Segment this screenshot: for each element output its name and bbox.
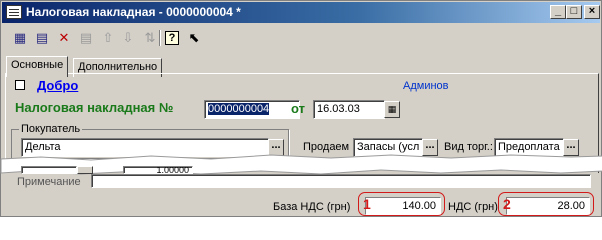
marker-2: 2 — [503, 196, 511, 212]
copy-icon[interactable]: ▤ — [77, 29, 95, 47]
window-title: Налоговая накладная - 0000000004 * — [26, 5, 241, 19]
marker-1: 1 — [363, 196, 371, 212]
highlight-oval-1 — [358, 192, 445, 216]
calendar-icon[interactable]: ▦ — [384, 101, 400, 118]
table-icon[interactable]: ▦ — [11, 29, 29, 47]
vat-label: НДС (грн) — [448, 201, 498, 213]
tab-main-label: Основные — [11, 59, 64, 71]
maximize-button[interactable]: □ — [566, 5, 582, 19]
checkbox-icon[interactable] — [15, 80, 25, 90]
firm-link[interactable]: Добро — [37, 78, 78, 93]
up-arrow-icon[interactable]: ⇧ — [99, 29, 117, 47]
quantity-field[interactable]: 1,00000 — [123, 166, 193, 174]
doc-date-value: 16.03.03 — [317, 103, 360, 115]
add-row-icon[interactable]: ▤ — [33, 29, 51, 47]
down-arrow-icon[interactable]: ⇩ — [119, 29, 137, 47]
highlight-oval-2 — [498, 192, 594, 216]
doc-number-value: 0000000004 — [208, 103, 270, 115]
delete-row-icon[interactable]: ✕ — [55, 29, 73, 47]
note-field[interactable] — [91, 174, 591, 188]
doc-title: Налоговая накладная № — [15, 100, 174, 115]
document-window: Налоговая накладная - 0000000004 * _ □ ×… — [0, 0, 602, 217]
sort-icon[interactable]: ⇅ — [141, 29, 159, 47]
admin-label: Админов — [403, 80, 449, 92]
note-label: Примечание — [17, 176, 81, 188]
tab-main[interactable]: Основные — [6, 56, 69, 77]
document-icon — [6, 5, 22, 19]
vat-base-label: База НДС (грн) — [273, 201, 351, 213]
close-button[interactable]: × — [584, 5, 600, 19]
buyer-group-label: Покупатель — [19, 123, 83, 135]
tab-additional-label: Дополнительно — [78, 61, 158, 73]
doc-date-field[interactable]: 16.03.03 — [313, 100, 385, 119]
help-icon[interactable]: ? — [165, 31, 179, 45]
partial-select-button[interactable] — [77, 166, 93, 174]
from-label: от — [291, 101, 305, 116]
toolbar: ▦ ▤ ✕ ▤ ⇧ ⇩ ⇅ ? ⬉ — [3, 27, 601, 49]
minimize-button[interactable]: _ — [550, 5, 566, 19]
pointer-help-icon[interactable]: ⬉ — [185, 29, 203, 47]
toolbar-separator — [159, 30, 161, 46]
doc-number-field[interactable]: 0000000004 — [204, 100, 300, 119]
partial-field-1[interactable] — [21, 166, 77, 174]
quantity-value: 1,00000 — [156, 166, 189, 174]
title-bar[interactable]: Налоговая накладная - 0000000004 * _ □ × — [2, 2, 600, 23]
